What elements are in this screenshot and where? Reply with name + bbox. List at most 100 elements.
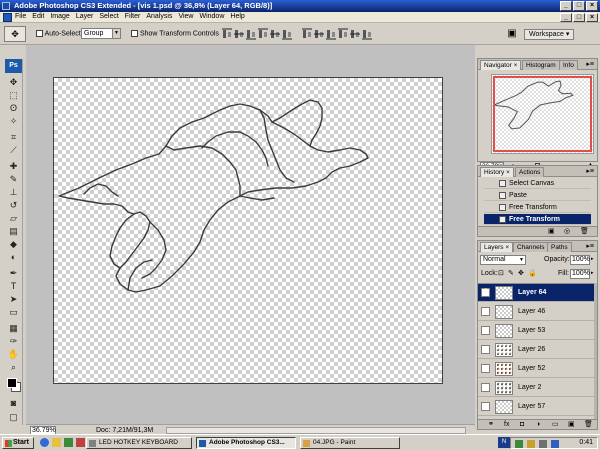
menu-edit[interactable]: Edit [32, 13, 44, 20]
distribute-horizontal-centers-icon[interactable] [350, 28, 360, 40]
visibility-toggle-icon[interactable] [481, 383, 490, 392]
gradient-tool-icon[interactable]: ▤ [6, 225, 21, 237]
align-top-icon[interactable] [222, 28, 232, 40]
maximize-button[interactable]: □ [573, 1, 585, 11]
new-snapshot-icon[interactable]: ◎ [564, 228, 570, 236]
layer-row[interactable]: Layer 53 [478, 322, 596, 340]
menu-file[interactable]: File [15, 13, 26, 20]
align-right-icon[interactable] [282, 28, 292, 40]
auto-select-option[interactable]: Auto-Select: [36, 30, 83, 37]
show-transform-option[interactable]: Show Transform Controls [131, 30, 219, 37]
chevron-right-icon[interactable]: ▸ [591, 256, 594, 262]
tab-actions[interactable]: Actions [515, 167, 545, 177]
navigator-view-box[interactable] [493, 76, 592, 152]
notes-tool-icon[interactable]: ▦ [6, 322, 21, 334]
network-tray-icon[interactable] [515, 440, 523, 448]
tab-layers[interactable]: Layers × [480, 242, 514, 252]
panel-menu-icon[interactable]: ▸≡ [586, 167, 594, 176]
auto-select-checkbox[interactable] [36, 30, 43, 37]
visibility-toggle-icon[interactable] [481, 364, 490, 373]
navigator-thumbnail[interactable] [491, 74, 594, 154]
browser-quicklaunch-icon[interactable] [40, 438, 49, 447]
magic-wand-tool-icon[interactable]: ✧ [6, 115, 21, 127]
doc-restore-button[interactable]: □ [573, 13, 585, 22]
tab-history[interactable]: History × [480, 167, 514, 177]
language-indicator-icon[interactable]: N [498, 437, 510, 448]
move-tool-icon[interactable]: ✥ [6, 76, 21, 88]
link-layers-icon[interactable]: ⚭ [488, 421, 494, 429]
close-button[interactable]: × [586, 1, 598, 11]
layer-mask-icon[interactable]: ◘ [520, 421, 524, 429]
history-item[interactable]: Free Transform [484, 202, 591, 213]
trash-icon[interactable]: 🗑 [580, 228, 589, 236]
blur-tool-icon[interactable]: ◆ [6, 238, 21, 250]
layer-row[interactable]: Layer 2 [478, 379, 596, 397]
taskbar-item[interactable]: LED HOTKEY KEYBOARD [86, 437, 192, 449]
distribute-bottom-icon[interactable] [326, 28, 336, 40]
dodge-tool-icon[interactable]: ◐ [6, 251, 21, 263]
align-bottom-icon[interactable] [246, 28, 256, 40]
visibility-toggle-icon[interactable] [481, 402, 490, 411]
menu-select[interactable]: Select [99, 13, 118, 20]
tab-info[interactable]: Info [559, 60, 578, 70]
foreground-color-swatch[interactable] [7, 378, 17, 388]
color-swatches[interactable] [7, 378, 21, 392]
slice-tool-icon[interactable]: ⟋ [6, 144, 21, 156]
lock-all-icon[interactable]: 🔒 [528, 269, 537, 277]
layer-row[interactable]: Layer 26 [478, 341, 596, 359]
eye-icon[interactable]: 👁 [481, 288, 490, 297]
menu-image[interactable]: Image [50, 13, 69, 20]
layer-row[interactable]: Layer 52 [478, 360, 596, 378]
layers-scrollbar[interactable] [594, 283, 597, 419]
shape-tool-icon[interactable]: ▭ [6, 306, 21, 318]
layer-row[interactable]: Layer 46 [478, 303, 596, 321]
layer-style-icon[interactable]: fx [504, 421, 509, 429]
quick-mask-icon[interactable]: ◙ [6, 397, 21, 409]
eyedropper-tool-icon[interactable]: ✑ [6, 335, 21, 347]
menu-view[interactable]: View [178, 13, 193, 20]
screen-mode-icon[interactable]: ▢ [6, 411, 21, 423]
layer-row-selected[interactable]: 👁 Layer 64 [478, 284, 596, 302]
opacity-field[interactable]: 100% [570, 255, 590, 265]
pen-tool-icon[interactable]: ✒ [6, 267, 21, 279]
menu-window[interactable]: Window [199, 13, 224, 20]
new-layer-icon[interactable]: ▣ [568, 421, 575, 429]
distribute-left-icon[interactable] [338, 28, 348, 40]
doc-close-button[interactable]: × [586, 13, 598, 22]
zoom-tool-icon[interactable]: ⌕ [6, 361, 21, 373]
history-item[interactable]: Paste [484, 190, 591, 201]
visibility-toggle-icon[interactable] [481, 326, 490, 335]
distribute-top-icon[interactable] [302, 28, 312, 40]
history-item[interactable]: Select Canvas [484, 178, 591, 189]
workspace-button[interactable]: Workspace ▾ [524, 29, 574, 40]
tab-paths[interactable]: Paths [547, 242, 572, 252]
volume-tray-icon[interactable] [539, 440, 547, 448]
start-button[interactable]: Start [2, 437, 34, 449]
show-transform-checkbox[interactable] [131, 30, 138, 37]
document-canvas[interactable] [53, 77, 443, 384]
crop-tool-icon[interactable]: ⌗ [6, 131, 21, 143]
minimize-button[interactable]: _ [560, 1, 572, 11]
new-document-from-state-icon[interactable]: ▣ [548, 228, 555, 236]
folder-quicklaunch-icon[interactable] [52, 438, 61, 447]
new-group-icon[interactable]: ▭ [552, 421, 559, 429]
tab-channels[interactable]: Channels [513, 242, 549, 252]
panel-menu-icon[interactable]: ▸≡ [586, 242, 594, 251]
tab-histogram[interactable]: Histogram [522, 60, 560, 70]
media-quicklaunch-icon[interactable] [76, 438, 85, 447]
bridge-icon[interactable]: ▣ [505, 27, 519, 41]
lasso-tool-icon[interactable]: ʘ [6, 102, 21, 114]
tool-preset-picker[interactable]: ✥ [4, 26, 26, 42]
align-vertical-centers-icon[interactable] [234, 28, 244, 40]
menu-layer[interactable]: Layer [76, 13, 94, 20]
lock-transparent-icon[interactable]: ⊡ [498, 269, 504, 277]
clone-stamp-tool-icon[interactable]: ⊥ [6, 186, 21, 198]
show-desktop-icon[interactable] [64, 438, 73, 447]
hand-tool-icon[interactable]: ✋ [6, 348, 21, 360]
chevron-right-icon[interactable]: ▸ [591, 270, 594, 276]
marquee-tool-icon[interactable]: ⬚ [6, 89, 21, 101]
taskbar-item[interactable]: 04.JPG - Paint [300, 437, 400, 449]
menu-filter[interactable]: Filter [125, 13, 141, 20]
layer-row[interactable]: Layer 57 [478, 398, 596, 416]
fill-field[interactable]: 100% [570, 269, 590, 279]
